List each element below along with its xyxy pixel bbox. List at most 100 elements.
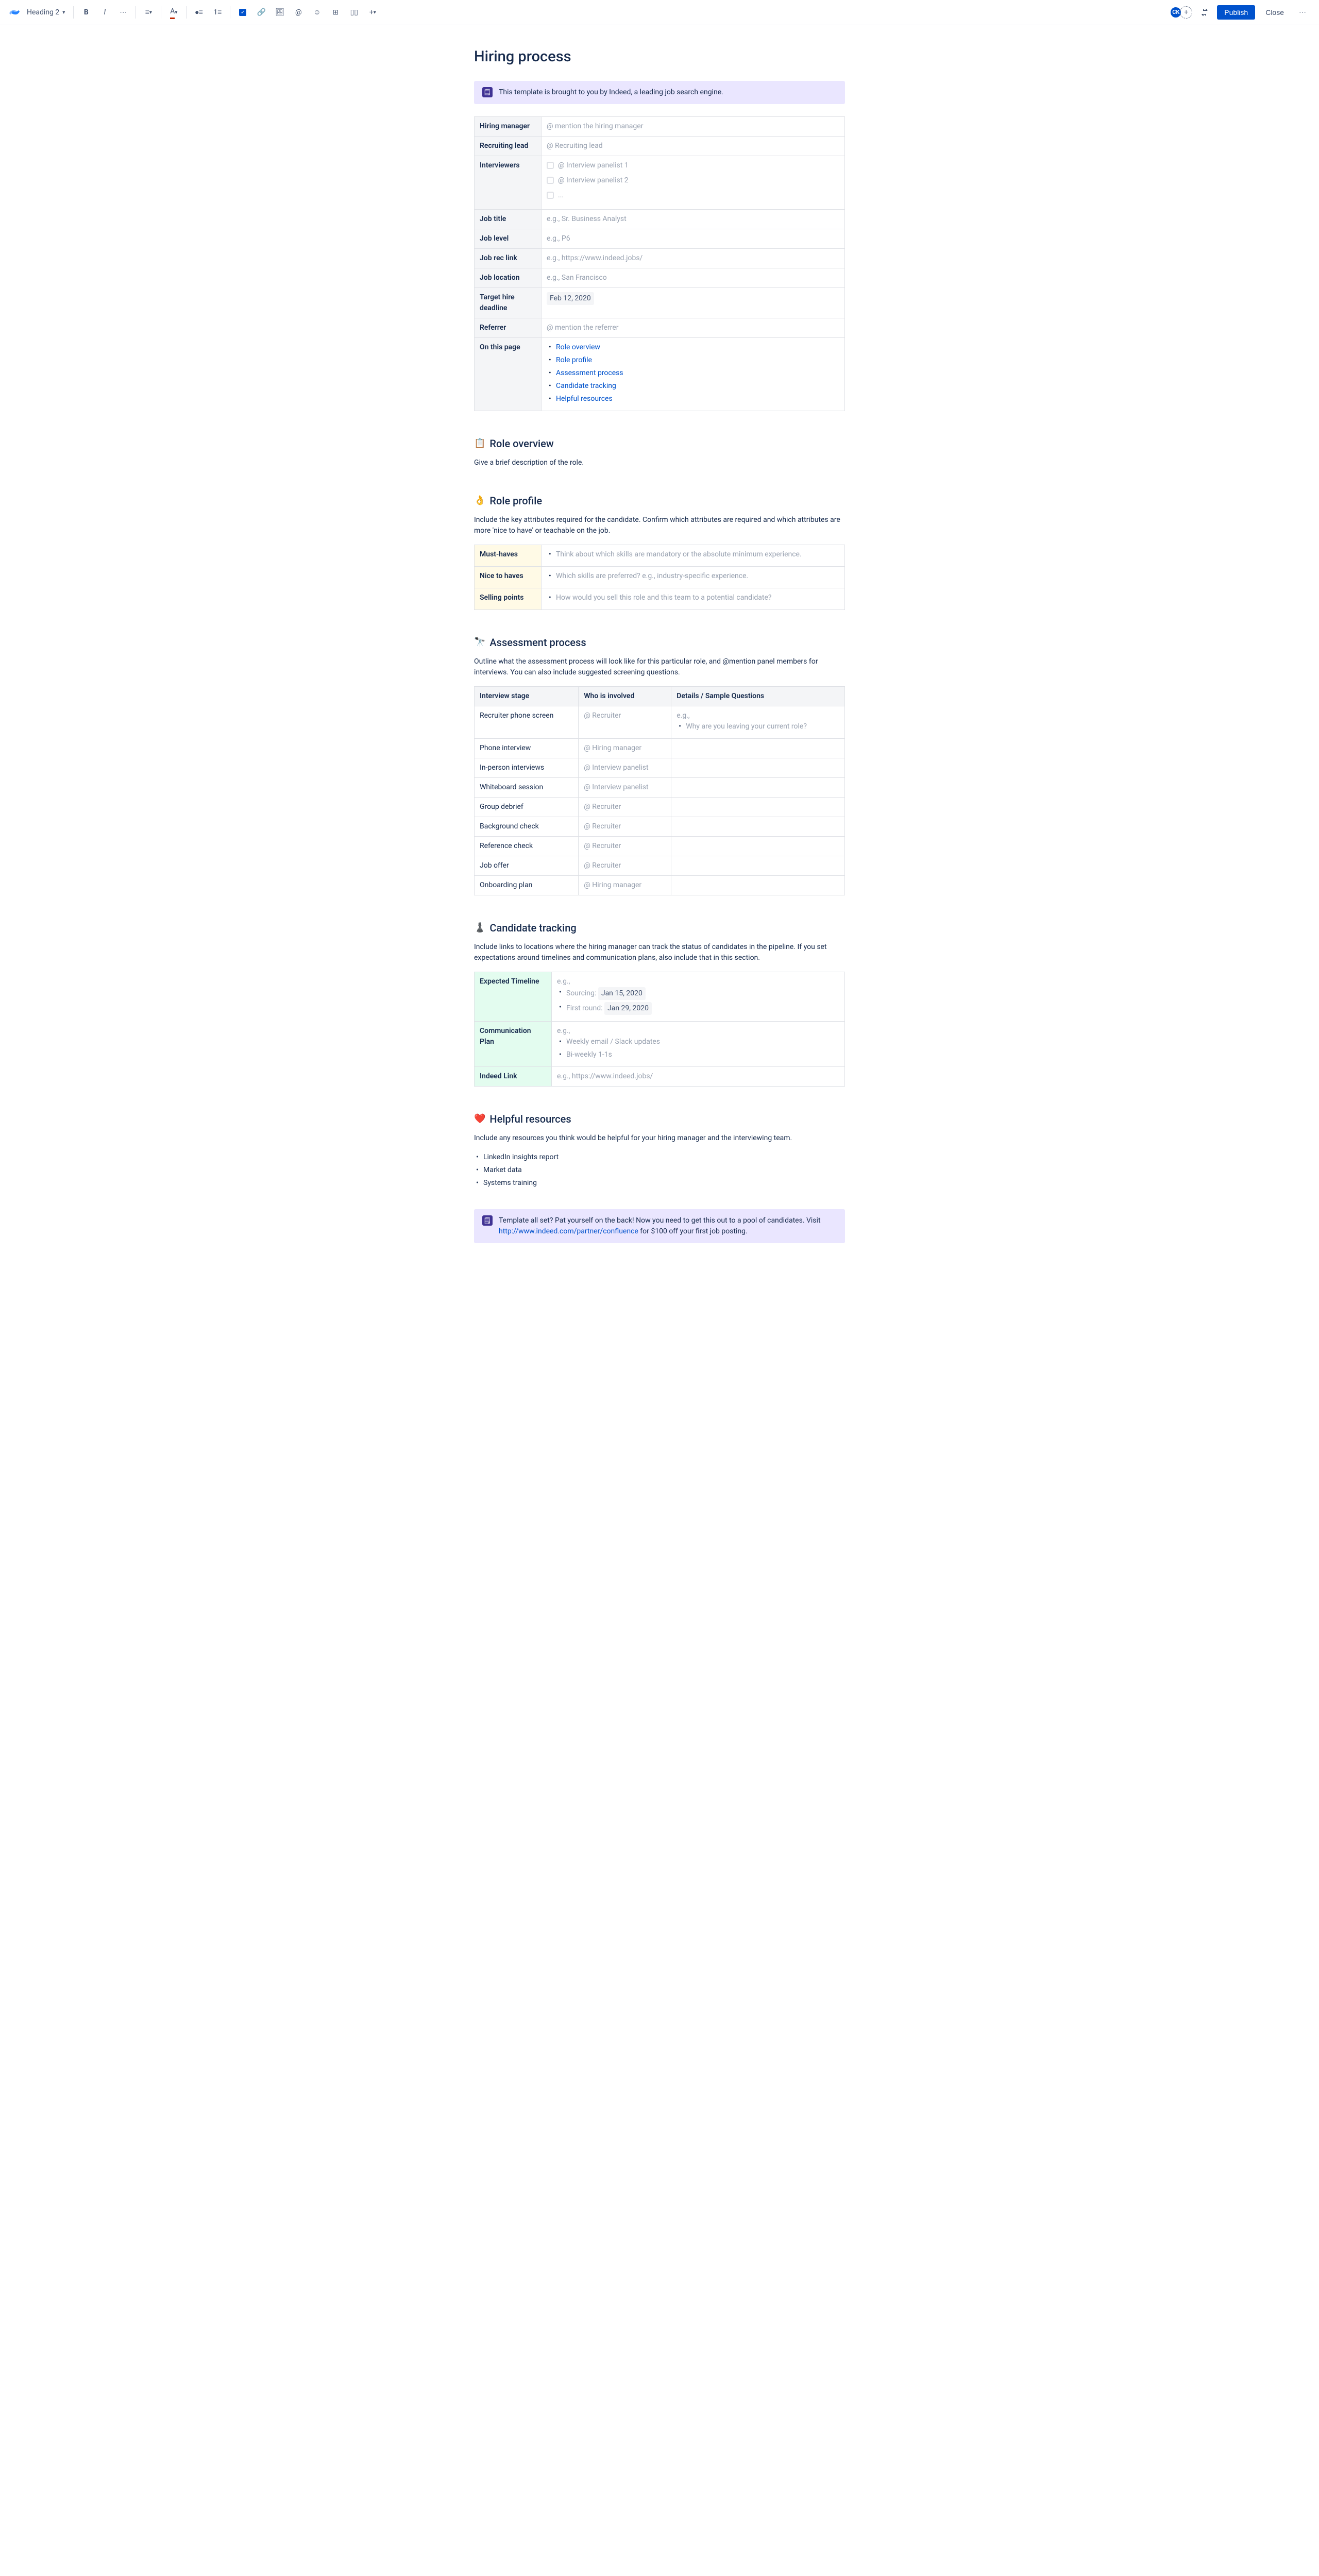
table-row: Job offer@ Recruiter: [475, 856, 845, 875]
emoji-button[interactable]: ☺: [309, 4, 325, 21]
indeed-partner-link[interactable]: http://www.indeed.com/partner/confluence: [499, 1227, 638, 1235]
label-referrer: Referrer: [475, 318, 542, 337]
heading-candidate-tracking[interactable]: ♟️Candidate tracking: [474, 920, 845, 936]
document-content[interactable]: Hiring process 🗒 This template is brough…: [464, 25, 855, 1276]
resources-body[interactable]: Include any resources you think would be…: [474, 1133, 845, 1144]
label-target-hire: Target hire deadline: [475, 287, 542, 318]
target-hire-date[interactable]: Feb 12, 2020: [547, 292, 594, 305]
recruiting-lead-value[interactable]: @ Recruiting lead: [547, 142, 603, 150]
label-hiring-manager: Hiring manager: [475, 116, 542, 136]
toc-link[interactable]: Role profile: [556, 356, 592, 364]
add-collaborator-button[interactable]: +: [1180, 6, 1192, 19]
assessment-body[interactable]: Outline what the assessment process will…: [474, 656, 845, 678]
resources-list[interactable]: LinkedIn insights report Market data Sys…: [474, 1152, 845, 1189]
bullet-list-button[interactable]: ⦁≡: [191, 4, 207, 21]
heading-role-profile[interactable]: 👌Role profile: [474, 493, 845, 509]
insert-button[interactable]: +▾: [364, 4, 381, 21]
tracking-body[interactable]: Include links to locations where the hir…: [474, 942, 845, 963]
tracking-table[interactable]: Expected Timeline e.g., Sourcing: Jan 15…: [474, 972, 845, 1087]
role-profile-table[interactable]: Must-havesThink about which skills are m…: [474, 545, 845, 610]
heading-resources[interactable]: ❤️Helpful resources: [474, 1111, 845, 1127]
heart-icon: ❤️: [474, 1112, 485, 1126]
col-interview-stage: Interview stage: [475, 686, 579, 706]
editor-toolbar: Heading 2 ▾ B I ⋯ ≡▾ A▾ ⦁≡ 1≡ ✓ 🔗 🖼 @ ☺ …: [0, 0, 1319, 25]
list-item[interactable]: Systems training: [474, 1178, 845, 1189]
chess-icon: ♟️: [474, 921, 485, 935]
action-item-button[interactable]: ✓: [234, 4, 251, 21]
label-job-title: Job title: [475, 209, 542, 229]
col-details: Details / Sample Questions: [671, 686, 845, 706]
assessment-table[interactable]: Interview stage Who is involved Details …: [474, 686, 845, 895]
interviewers-cell[interactable]: @ Interview panelist 1 @ Interview panel…: [542, 156, 845, 209]
job-info-table[interactable]: Hiring manager @ mention the hiring manag…: [474, 116, 845, 411]
label-indeed-link: Indeed Link: [475, 1066, 552, 1086]
telescope-icon: 🔭: [474, 635, 485, 649]
table-row: Phone interview@ Hiring manager: [475, 738, 845, 758]
image-button[interactable]: 🖼: [272, 4, 288, 21]
label-communication-plan: Communication Plan: [475, 1021, 552, 1066]
label-job-level: Job level: [475, 229, 542, 248]
layout-button[interactable]: ▯▯: [346, 4, 362, 21]
panel-text[interactable]: Template all set? Pat yourself on the ba…: [499, 1215, 837, 1237]
label-job-rec-link: Job rec link: [475, 248, 542, 268]
job-rec-link-value[interactable]: e.g., https://www.indeed.jobs/: [547, 254, 642, 262]
list-item[interactable]: LinkedIn insights report: [474, 1152, 845, 1163]
label-expected-timeline: Expected Timeline: [475, 972, 552, 1021]
heading-assessment[interactable]: 🔭Assessment process: [474, 635, 845, 650]
request-changes-icon[interactable]: [1196, 4, 1213, 21]
info-panel-top: 🗒 This template is brought to you by Ind…: [474, 81, 845, 104]
note-icon: 🗒: [482, 1215, 493, 1226]
sourcing-date[interactable]: Jan 15, 2020: [598, 987, 646, 1000]
job-level-value[interactable]: e.g., P6: [547, 234, 570, 243]
checkbox[interactable]: [547, 192, 554, 199]
text-style-select[interactable]: Heading 2 ▾: [23, 5, 69, 20]
bold-button[interactable]: B: [78, 4, 94, 21]
info-panel-bottom: 🗒 Template all set? Pat yourself on the …: [474, 1209, 845, 1243]
first-round-date[interactable]: Jan 29, 2020: [604, 1002, 652, 1015]
table-row: Recruiter phone screen@ Recruitere.g.,Wh…: [475, 706, 845, 738]
role-profile-body[interactable]: Include the key attributes required for …: [474, 515, 845, 536]
toc-link[interactable]: Helpful resources: [556, 395, 613, 403]
role-overview-body[interactable]: Give a brief description of the role.: [474, 457, 845, 468]
job-location-value[interactable]: e.g., San Francisco: [547, 274, 607, 282]
label-on-this-page: On this page: [475, 337, 542, 411]
toc-link[interactable]: Candidate tracking: [556, 382, 616, 390]
table-row: Background check@ Recruiter: [475, 817, 845, 836]
indeed-link-value[interactable]: e.g., https://www.indeed.jobs/: [557, 1072, 653, 1080]
align-button[interactable]: ≡▾: [140, 4, 157, 21]
table-row: In-person interviews@ Interview panelist: [475, 758, 845, 777]
publish-button[interactable]: Publish: [1217, 5, 1255, 20]
text-color-button[interactable]: A▾: [165, 4, 182, 21]
toc-link[interactable]: Role overview: [556, 343, 600, 351]
label-interviewers: Interviewers: [475, 156, 542, 209]
page-title[interactable]: Hiring process: [474, 46, 845, 69]
panel-text[interactable]: This template is brought to you by Indee…: [499, 87, 723, 98]
checkbox[interactable]: [547, 177, 554, 184]
label-must-haves: Must-haves: [475, 545, 542, 566]
chevron-down-icon: ▾: [62, 9, 65, 16]
number-list-button[interactable]: 1≡: [209, 4, 226, 21]
table-button[interactable]: ⊞: [327, 4, 344, 21]
table-row: Whiteboard session@ Interview panelist: [475, 777, 845, 797]
hiring-manager-value[interactable]: @ mention the hiring manager: [547, 122, 643, 130]
toc-link[interactable]: Assessment process: [556, 369, 623, 377]
checkbox[interactable]: [547, 162, 554, 169]
heading-role-overview[interactable]: 📋Role overview: [474, 436, 845, 451]
close-button[interactable]: Close: [1259, 5, 1290, 20]
list-item[interactable]: Market data: [474, 1165, 845, 1176]
mention-button[interactable]: @: [290, 4, 307, 21]
collaborators: CK +: [1170, 6, 1192, 19]
label-nice-to-haves: Nice to haves: [475, 566, 542, 588]
referrer-value[interactable]: @ mention the referrer: [547, 324, 619, 332]
col-who-involved: Who is involved: [579, 686, 671, 706]
job-title-value[interactable]: e.g., Sr. Business Analyst: [547, 215, 627, 223]
table-row: Reference check@ Recruiter: [475, 836, 845, 856]
more-formatting-button[interactable]: ⋯: [115, 4, 131, 21]
toc-cell: Role overview Role profile Assessment pr…: [542, 337, 845, 411]
note-icon: 🗒: [482, 87, 493, 97]
table-row: Group debrief@ Recruiter: [475, 797, 845, 817]
hand-icon: 👌: [474, 494, 485, 507]
link-button[interactable]: 🔗: [253, 4, 269, 21]
more-actions-button[interactable]: ⋯: [1294, 4, 1311, 21]
italic-button[interactable]: I: [96, 4, 113, 21]
